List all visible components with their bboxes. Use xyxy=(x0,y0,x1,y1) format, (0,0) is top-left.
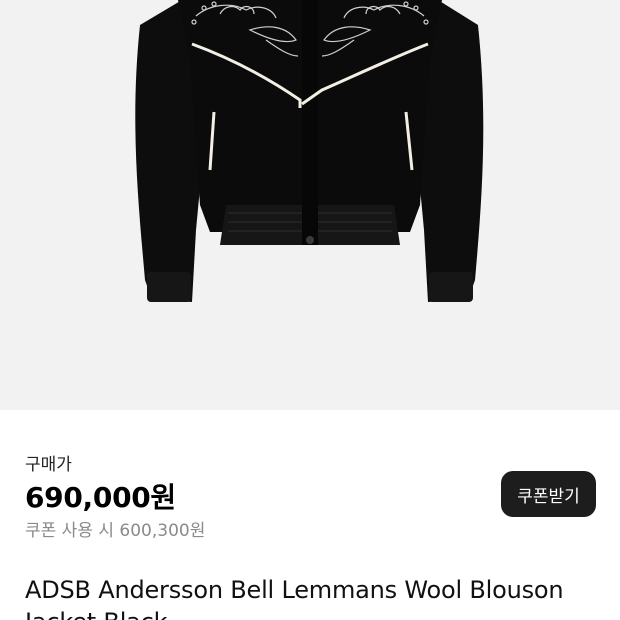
price-label: 구매가 xyxy=(25,455,72,475)
product-image[interactable] xyxy=(0,0,620,410)
product-info: 구매가 690,000원 쿠폰 사용 시 600,300원 쿠폰받기 ADSB … xyxy=(0,410,620,620)
get-coupon-button[interactable]: 쿠폰받기 xyxy=(501,471,596,517)
coupon-price-text: 쿠폰 사용 시 600,300원 xyxy=(25,521,206,541)
product-title: ADSB Andersson Bell Lemmans Wool Blouson… xyxy=(25,576,564,620)
jacket-illustration xyxy=(135,0,484,302)
price-value: 690,000원 xyxy=(25,481,176,514)
